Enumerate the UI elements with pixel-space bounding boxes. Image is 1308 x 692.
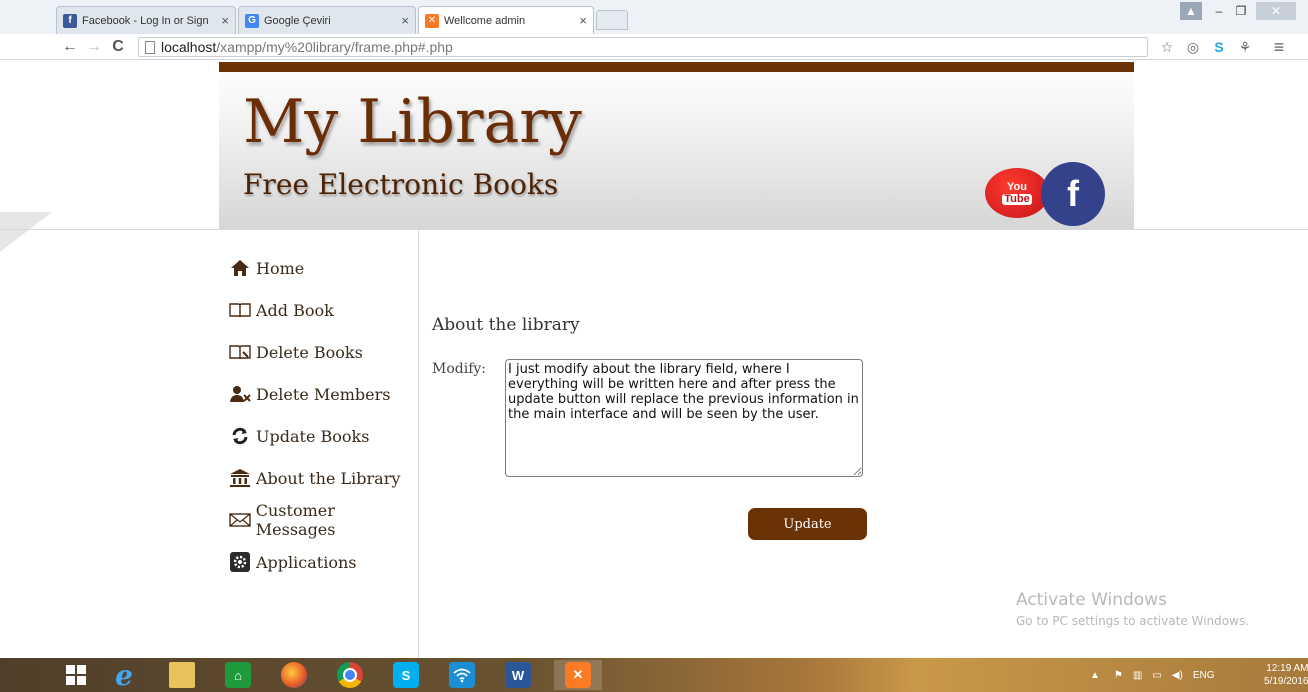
facebook-letter: f [1067,173,1079,214]
facebook-icon[interactable]: f [1041,162,1105,226]
header-divider [0,229,1308,230]
sidebar-item-label: Home [256,258,305,278]
decorative-corner [0,212,52,252]
delete-user-icon [228,383,252,405]
modify-label: Modify: [432,361,487,377]
xampp-icon: ✕ [425,13,439,28]
extension-icon[interactable]: ⚘ [1236,38,1254,56]
sidebar-item-customer-messages[interactable]: Customer Messages [228,499,418,541]
header-top-bar [219,62,1134,72]
watermark-subtitle: Go to PC settings to activate Windows. [1016,614,1250,628]
store-icon[interactable]: ⌂ [218,660,258,690]
delete-book-icon [228,341,252,363]
reload-icon[interactable]: C [108,37,128,57]
site-subtitle: Free Electronic Books [243,168,559,201]
sidebar-divider [418,230,419,658]
sidebar-item-label: Update Books [256,426,370,446]
restore-button[interactable]: ❐ [1230,0,1252,22]
web-page: My Library Free Electronic Books You Tube… [0,60,1308,658]
page-icon [145,40,155,54]
windows-logo-icon [66,665,86,685]
volume-icon[interactable]: ◀) [1172,670,1183,681]
browser-tab-strip: f Facebook - Log In or Sign × G Google Ç… [0,0,1308,34]
activate-windows-watermark: Activate Windows Go to PC settings to ac… [1016,590,1249,628]
close-tab-icon[interactable]: × [579,13,587,28]
clock[interactable]: 12:19 AM 5/19/2016 [1264,662,1308,688]
update-button[interactable]: Update [748,508,867,540]
tab-title: Wellcome admin [444,14,526,27]
close-tab-icon[interactable]: × [221,13,229,28]
sidebar-item-add-book[interactable]: Add Book [228,289,418,331]
envelope-icon [228,509,252,531]
language-indicator[interactable]: ENG [1193,670,1215,681]
browser-toolbar: ← → C localhost/xampp/my%20library/frame… [0,34,1308,60]
page-title: About the library [432,315,580,335]
sidebar-item-label: About the Library [256,468,401,488]
tab-title: Facebook - Log In or Sign [82,14,209,27]
sidebar-item-update-books[interactable]: Update Books [228,415,418,457]
sidebar-item-label: Applications [256,552,357,572]
forward-arrow-icon[interactable]: → [84,37,104,57]
close-window-button[interactable]: ✕ [1256,2,1296,20]
url-path: /xampp/my%20library/frame.php#.php [216,39,453,55]
internet-explorer-icon[interactable]: e [104,659,144,692]
gear-icon [228,551,252,573]
user-profile-icon[interactable]: ▲ [1180,2,1202,20]
google-translate-icon: G [245,13,259,28]
sidebar-item-delete-books[interactable]: Delete Books [228,331,418,373]
url-host: localhost [161,39,217,55]
sidebar-item-home[interactable]: Home [228,247,418,289]
show-hidden-icons-icon[interactable]: ▲ [1090,670,1100,681]
site-header: My Library Free Electronic Books You Tube… [219,62,1134,230]
tab-wellcome-admin[interactable]: ✕ Wellcome admin × [418,6,594,34]
open-book-icon [228,299,252,321]
skype-icon[interactable]: S [386,660,426,690]
minimize-button[interactable]: – [1208,0,1230,22]
sidebar-item-label: Customer Messages [255,501,336,539]
youtube-you-text: You [1007,180,1027,193]
start-button[interactable] [56,660,96,690]
chrome-icon[interactable] [330,660,370,690]
sidebar-item-label: Delete Members [256,384,391,404]
about-text-field[interactable]: I just modify about the library field, w… [505,359,863,477]
xampp-taskbar-icon[interactable]: ✕ [554,660,602,690]
sidebar-menu: Home Add Book Delete Books Delete Member… [228,247,418,583]
site-title: My Library [243,87,582,157]
tab-google-translate[interactable]: G Google Çeviri × [238,6,416,34]
close-tab-icon[interactable]: × [401,13,409,28]
sidebar-item-about-the-library[interactable]: About the Library [228,457,418,499]
system-tray: ▲ ⚑ ▥ ▭ ◀) ENG [1090,658,1214,692]
library-building-icon [228,467,252,489]
sidebar-item-label: Add Book [256,300,334,320]
back-arrow-icon[interactable]: ← [60,37,80,57]
wifi-app-icon[interactable] [442,660,482,690]
flag-icon[interactable]: ⚑ [1114,670,1123,681]
sidebar-item-applications[interactable]: Applications [228,541,418,583]
network-icon[interactable]: ▥ [1133,670,1142,681]
word-icon[interactable]: W [498,660,538,690]
battery-icon[interactable]: ▭ [1152,670,1161,681]
tab-facebook[interactable]: f Facebook - Log In or Sign × [56,6,236,34]
firefox-icon[interactable] [274,660,314,690]
menu-icon[interactable]: ≡ [1270,37,1288,57]
extension-circle-icon[interactable]: ◎ [1184,38,1202,56]
windows-taskbar: e ⌂ S W ✕ ▲ ⚑ ▥ ▭ ◀) ENG 12:19 AM 5/19/2… [0,658,1308,692]
file-explorer-icon[interactable] [162,660,202,690]
home-icon [228,257,252,279]
skype-extension-icon[interactable]: S [1210,38,1228,56]
facebook-icon: f [63,13,77,28]
youtube-tube-text: Tube [1002,192,1032,205]
tab-title: Google Çeviri [264,14,331,27]
refresh-icon [228,425,252,447]
sidebar-item-delete-members[interactable]: Delete Members [228,373,418,415]
new-tab-button[interactable] [596,10,628,30]
clock-date: 5/19/2016 [1264,676,1308,687]
youtube-icon[interactable]: You Tube [985,168,1049,218]
bookmark-star-icon[interactable]: ☆ [1158,38,1176,56]
sidebar-item-label: Delete Books [256,342,363,362]
address-bar[interactable]: localhost/xampp/my%20library/frame.php#.… [138,37,1148,57]
watermark-title: Activate Windows [1016,590,1167,610]
clock-time: 12:19 AM [1266,663,1308,674]
